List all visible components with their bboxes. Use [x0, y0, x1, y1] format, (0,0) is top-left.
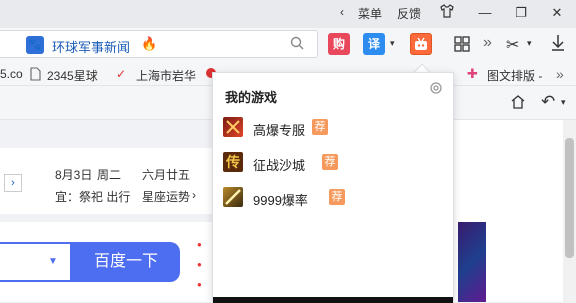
baidu-search-button[interactable]: 百度一下 [72, 242, 180, 282]
bullet-icon: ● [197, 240, 202, 249]
auspicious-text: 宜：祭祀 出行 [55, 190, 131, 204]
title-bar: ‹ 菜单 反馈 — ❐ ✕ [0, 0, 576, 28]
site-logo-icon: ✓ [116, 67, 127, 81]
scrollbar[interactable] [563, 120, 576, 302]
page-icon [30, 67, 41, 84]
lunar-date-text: 六月廿五 [142, 168, 191, 182]
calendar-card: › 8月3日 周二 六月廿五 宜：祭祀 出行 星座运势 › [0, 148, 212, 214]
fortune-link[interactable]: 星座运势 [142, 188, 190, 205]
game-name: 9999爆率 [253, 193, 308, 208]
search-icon[interactable] [290, 36, 304, 53]
popup-ad-strip [213, 297, 453, 303]
fire-icon: 🔥 [141, 36, 158, 51]
skin-shirt-icon[interactable] [436, 4, 458, 22]
game-icon [223, 187, 243, 207]
scrollbar-thumb[interactable] [565, 138, 574, 258]
date-text: 8月3日 [55, 168, 93, 182]
bookmark-item[interactable]: 图文排版 - [487, 67, 542, 84]
recommend-badge: 荐 [312, 119, 328, 135]
bullet-icon: ● [197, 260, 202, 269]
translate-extension-button[interactable]: 译 [363, 33, 385, 55]
bookmark-item[interactable]: 2345星球 [47, 67, 98, 84]
toolbar: ▾ 🐾 环球军事新闻 🔥 购 译 ▾ » ✂ ▾ [0, 28, 576, 62]
game-icon: 传 [223, 152, 243, 172]
translate-dropdown-icon[interactable]: ▾ [390, 38, 395, 49]
grid-apps-icon[interactable] [454, 36, 470, 55]
prev-arrow-icon[interactable]: › [4, 174, 22, 192]
game-extension-button[interactable] [410, 33, 432, 55]
search-hot-word[interactable]: 环球军事新闻 [52, 37, 130, 56]
search-dropdown-icon[interactable]: ▼ [48, 256, 58, 267]
baidu-search-input[interactable]: ▼ [0, 242, 72, 282]
feedback-link[interactable]: 反馈 [397, 5, 421, 22]
bullet-icon: ● [197, 280, 202, 289]
game-name: 高爆专服 [253, 123, 306, 138]
restore-icon[interactable]: ❐ [510, 4, 532, 22]
weekday-text: 周二 [97, 168, 122, 182]
game-icon [223, 117, 243, 137]
pinwheel-icon: ✚ [467, 66, 478, 81]
bookmark-item[interactable]: 5.co [0, 67, 23, 81]
game-item[interactable]: 高爆专服 荐 [223, 117, 443, 139]
settings-gear-icon[interactable] [429, 81, 443, 98]
recommend-badge: 荐 [322, 154, 338, 170]
baidu-paw-icon: 🐾 [26, 36, 44, 54]
fortune-chevron-icon[interactable]: › [192, 188, 196, 202]
close-icon[interactable]: ✕ [546, 4, 568, 22]
download-icon[interactable] [551, 34, 565, 55]
popup-title: 我的游戏 [225, 90, 278, 105]
more-bookmarks-icon[interactable]: » [556, 66, 564, 82]
minimize-icon[interactable]: — [474, 4, 496, 22]
game-name: 征战沙城 [253, 158, 306, 173]
ad-banner-image[interactable] [458, 222, 486, 302]
bookmark-item[interactable]: 上海市岩华 [136, 67, 196, 84]
shopping-extension-button[interactable]: 购 [328, 33, 350, 55]
recommend-badge: 荐 [329, 189, 345, 205]
back-chevron-icon[interactable]: ‹ [340, 5, 344, 19]
scissors-dropdown-icon[interactable]: ▾ [527, 38, 532, 49]
home-icon[interactable] [510, 94, 526, 113]
my-games-popup: 我的游戏 高爆专服 荐 传 征战沙城 荐 9999爆率 荐 [212, 72, 454, 303]
news-list: ● ● ● [190, 222, 214, 302]
baidu-search-area: ▼ 百度一下 [0, 222, 212, 302]
more-double-chevron-icon[interactable]: » [483, 34, 492, 52]
undo-dropdown-icon[interactable]: ▾ [561, 97, 566, 108]
menu-link[interactable]: 菜单 [358, 5, 382, 22]
game-item[interactable]: 传 征战沙城 荐 [223, 152, 443, 174]
undo-icon[interactable]: ↶ [541, 92, 555, 112]
scissors-icon[interactable]: ✂ [506, 35, 519, 55]
game-item[interactable]: 9999爆率 荐 [223, 187, 443, 209]
address-search-box[interactable]: 🐾 环球军事新闻 🔥 [0, 30, 318, 58]
